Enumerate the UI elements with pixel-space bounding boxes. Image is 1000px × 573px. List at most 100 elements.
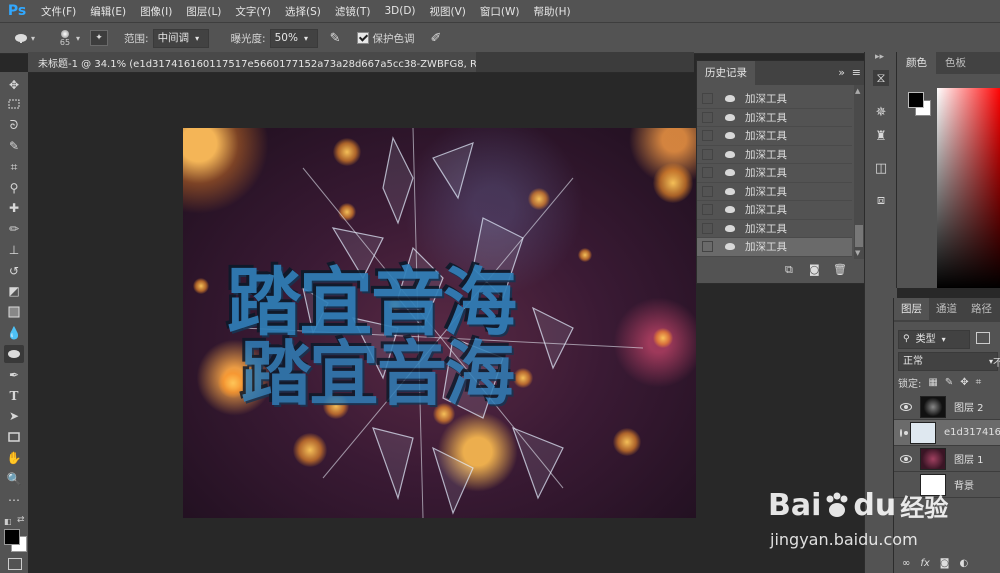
lasso-tool-icon[interactable]: ᘐ <box>4 116 24 134</box>
menu-window[interactable]: 窗口(W) <box>473 4 527 19</box>
history-item[interactable]: 加深工具 <box>697 201 852 220</box>
burn-tool-icon[interactable] <box>4 345 24 363</box>
pressure-size-icon[interactable]: ✐ <box>431 31 442 46</box>
marquee-tool-icon[interactable] <box>4 95 24 113</box>
paths-panel-icon[interactable]: ⧈ <box>873 192 889 208</box>
trash-icon[interactable]: 🗑 <box>833 263 847 276</box>
scrollbar-thumb[interactable] <box>855 225 863 247</box>
move-tool-icon[interactable]: ✥ <box>4 76 24 94</box>
more-tools-icon[interactable]: ⋯ <box>4 491 24 509</box>
tab-channels[interactable]: 通道 <box>929 298 964 320</box>
healing-brush-tool-icon[interactable]: ✚ <box>4 199 24 217</box>
history-panel-icon[interactable]: ⧖ <box>873 70 889 86</box>
filter-image-icon[interactable] <box>976 332 990 344</box>
tab-layers[interactable]: 图层 <box>894 298 929 320</box>
default-colors-icon[interactable]: ◧ <box>4 517 12 526</box>
foreground-color-swatch[interactable] <box>4 529 20 545</box>
menu-type[interactable]: 文字(Y) <box>228 4 278 19</box>
add-mask-icon[interactable]: ◙ <box>940 558 950 569</box>
brush-settings-icon[interactable]: ✦ <box>90 30 109 46</box>
layer-row[interactable]: 图层 2 <box>894 394 1000 420</box>
burn-tool-icon <box>725 224 735 232</box>
menu-image[interactable]: 图像(I) <box>133 4 179 19</box>
menu-select[interactable]: 选择(S) <box>278 4 328 19</box>
menu-3d[interactable]: 3D(D) <box>377 5 422 17</box>
history-scrollbar[interactable]: ▲ ▼ <box>854 85 864 259</box>
brush-size-picker[interactable]: 65 <box>56 29 74 47</box>
history-item[interactable]: 加深工具 <box>697 183 852 201</box>
collapse-panel-icon[interactable]: » <box>838 66 845 79</box>
menu-filter[interactable]: 滤镜(T) <box>328 4 378 19</box>
watermark-url: jingyan.baidu.com <box>770 530 918 549</box>
exposure-label: 曝光度: <box>230 32 266 45</box>
crop-tool-icon[interactable]: ⌗ <box>4 158 24 176</box>
history-item[interactable]: 加深工具 <box>697 109 852 127</box>
navigator-panel-icon[interactable]: ✵ <box>873 104 889 120</box>
menu-view[interactable]: 视图(V) <box>423 4 473 19</box>
scroll-down-icon[interactable]: ▼ <box>855 249 860 257</box>
snapshot-camera-icon[interactable]: ◙ <box>809 263 820 276</box>
rectangle-tool-icon[interactable] <box>4 428 24 446</box>
eraser-tool-icon[interactable]: ◩ <box>4 282 24 300</box>
tab-history[interactable]: 历史记录 <box>697 61 755 85</box>
tab-paths[interactable]: 路径 <box>964 298 999 320</box>
burn-tool-preset-icon[interactable]: ▾ <box>14 33 36 43</box>
layer-row[interactable]: 图层 1 <box>894 446 1000 472</box>
quick-mask-icon[interactable] <box>8 558 22 570</box>
add-style-button[interactable]: fx <box>920 558 929 569</box>
link-layers-icon[interactable]: ∞ <box>902 558 910 569</box>
blur-tool-icon[interactable]: 💧 <box>4 324 24 342</box>
swap-colors-icon[interactable]: ⇄ <box>17 515 25 525</box>
menu-layer[interactable]: 图层(L) <box>179 4 228 19</box>
exposure-input[interactable]: 50% ▾ <box>269 28 318 48</box>
zoom-tool-icon[interactable]: 🔍 <box>4 470 24 488</box>
lock-artboard-icon[interactable]: ⌗ <box>976 377 982 388</box>
history-item[interactable]: 加深工具 <box>697 127 852 146</box>
hand-tool-icon[interactable]: ✋ <box>4 449 24 467</box>
menu-help[interactable]: 帮助(H) <box>527 4 578 19</box>
brush-dropdown-icon[interactable]: ▾ <box>76 34 80 43</box>
adjustment-layer-icon[interactable]: ◐ <box>960 558 969 569</box>
lock-pixels-icon[interactable]: ✎ <box>945 377 953 388</box>
visibility-eye-icon[interactable] <box>900 454 912 463</box>
scroll-up-icon[interactable]: ▲ <box>855 87 860 95</box>
canvas-area[interactable]: 踏宜音海 踏宜音海 <box>28 73 696 573</box>
visibility-eye-icon[interactable] <box>900 402 912 411</box>
tab-swatches[interactable]: 色板 <box>936 52 975 74</box>
history-item[interactable]: 加深工具 <box>697 90 852 109</box>
history-item[interactable]: 加深工具 <box>697 220 852 238</box>
history-item-selected[interactable]: 加深工具 <box>697 238 852 257</box>
clone-stamp-tool-icon[interactable]: ⊥ <box>4 241 24 259</box>
gradient-tool-icon[interactable] <box>4 303 24 321</box>
color-spectrum-field[interactable] <box>937 88 1000 288</box>
history-item[interactable]: 加深工具 <box>697 164 852 183</box>
type-tool-icon[interactable]: T <box>4 387 24 405</box>
3d-panel-icon[interactable]: ◫ <box>873 160 889 176</box>
blend-mode-select[interactable]: 正常 ▾ <box>898 352 998 371</box>
adjustments-panel-icon[interactable]: ♜ <box>873 128 889 144</box>
panel-menu-icon[interactable]: ≡ <box>852 66 861 79</box>
document-tab[interactable]: 未标题-1 @ 34.1% (e1d317416160117517e566017… <box>28 52 476 72</box>
history-item[interactable]: 加深工具 <box>697 146 852 164</box>
path-selection-tool-icon[interactable]: ➤ <box>4 407 24 425</box>
document-image[interactable]: 踏宜音海 踏宜音海 <box>183 128 696 518</box>
new-document-from-state-icon[interactable]: ⧉ <box>785 263 793 277</box>
lock-position-icon[interactable]: ✥ <box>960 377 968 388</box>
lock-transparent-icon[interactable]: ▦ <box>928 377 937 388</box>
collapse-column-icon[interactable]: ▸▸ <box>875 52 884 62</box>
protect-tones-checkbox[interactable] <box>356 32 369 44</box>
range-select[interactable]: 中间调 ▾ <box>152 28 209 48</box>
layer-row-selected[interactable]: e1d3174161 <box>894 420 1000 446</box>
airbrush-icon[interactable]: ✎ <box>330 31 341 46</box>
foreground-color-chip[interactable] <box>908 92 924 108</box>
pen-tool-icon[interactable]: ✒ <box>4 366 24 384</box>
tab-color[interactable]: 颜色 <box>897 52 936 74</box>
layer-filter-select[interactable]: ⚲ 类型 ▾ <box>898 330 970 349</box>
menu-file[interactable]: 文件(F) <box>34 4 83 19</box>
history-brush-tool-icon[interactable]: ↺ <box>4 262 24 280</box>
visibility-eye-icon[interactable] <box>900 428 908 437</box>
menu-edit[interactable]: 编辑(E) <box>83 4 133 19</box>
quick-selection-tool-icon[interactable]: ✎ <box>4 137 24 155</box>
brush-tool-icon[interactable]: ✏ <box>4 220 24 238</box>
eyedropper-tool-icon[interactable]: ⚲ <box>4 179 24 197</box>
